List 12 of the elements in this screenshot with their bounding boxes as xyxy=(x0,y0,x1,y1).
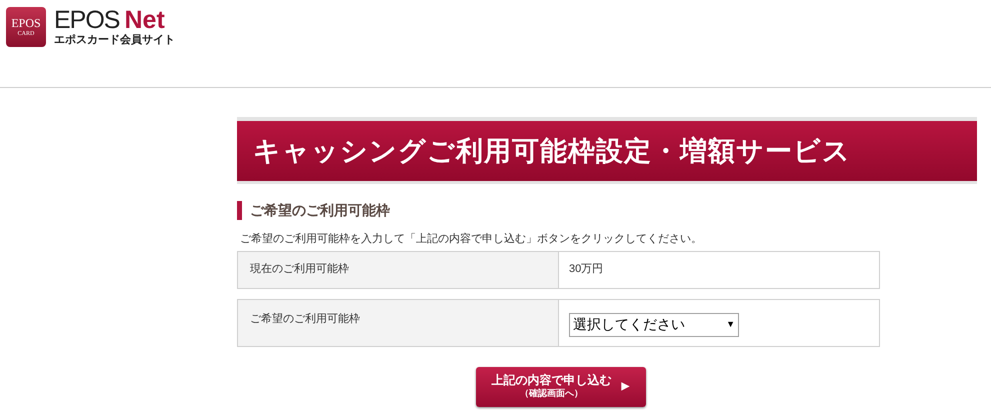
logo-badge-text: EPOS xyxy=(11,16,41,30)
table-label-cell: ご希望のご利用可能枠 xyxy=(238,300,559,346)
heading-marker xyxy=(237,201,242,220)
logo-name: EPOS xyxy=(54,7,120,33)
table-label-cell: 現在のご利用可能枠 xyxy=(238,252,559,288)
page-title: キャッシングご利用可能枠設定・増額サービス xyxy=(253,134,851,168)
limit-select[interactable]: 選択してください ▼ xyxy=(569,312,739,336)
instruction-text: ご希望のご利用可能枠を入力して「上記の内容で申し込む」ボタンをクリックしてください。 xyxy=(240,232,703,247)
logo-subtitle: エポスカード会員サイト xyxy=(54,33,175,47)
logo-name-accent: Net xyxy=(124,7,165,33)
section-heading: ご希望のご利用可能枠 xyxy=(250,201,390,220)
table-value-cell-text: 30万円 xyxy=(569,262,604,278)
